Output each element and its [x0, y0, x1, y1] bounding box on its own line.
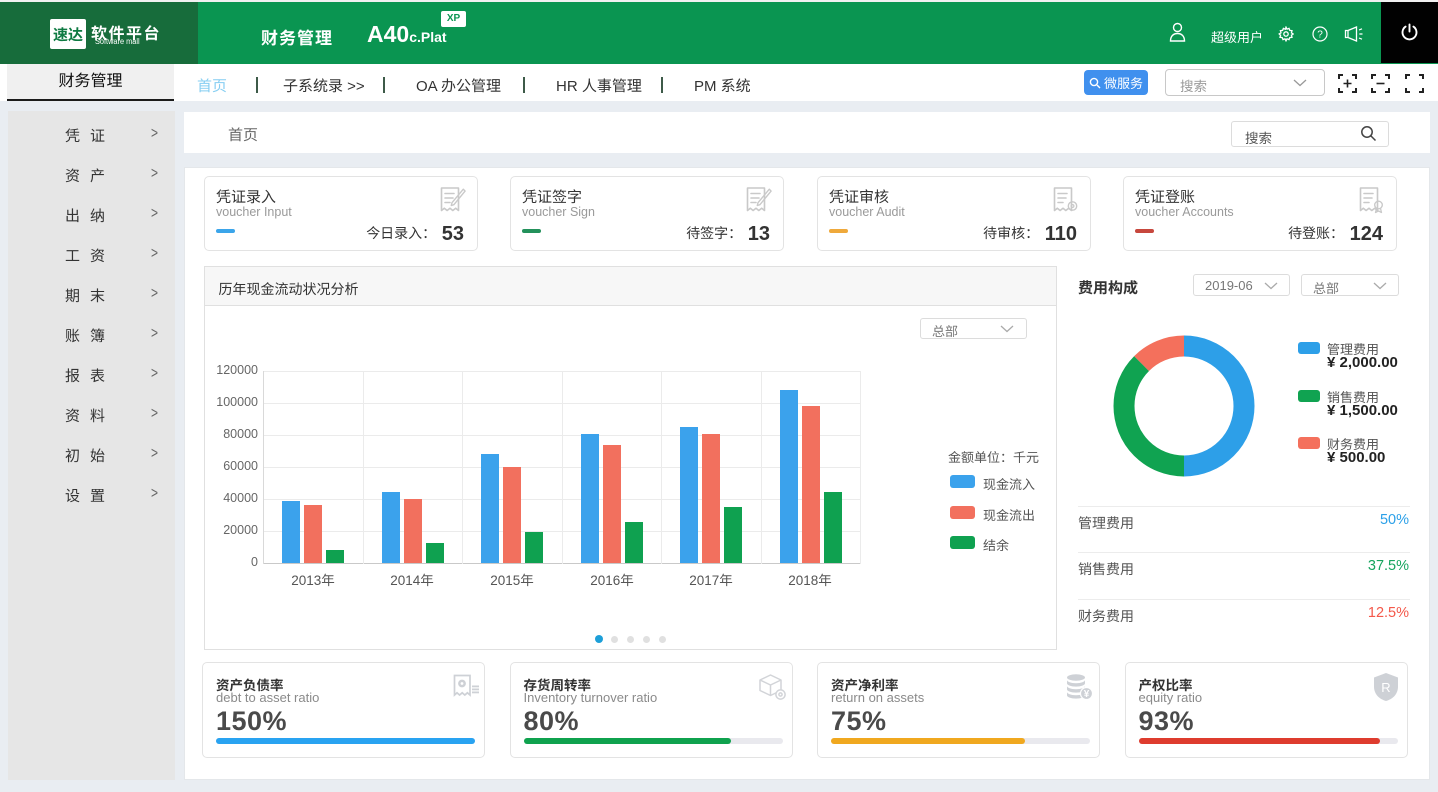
svg-text:R: R — [1381, 680, 1390, 695]
svg-text:?: ? — [1317, 30, 1323, 41]
svg-text:¥: ¥ — [1084, 689, 1090, 700]
